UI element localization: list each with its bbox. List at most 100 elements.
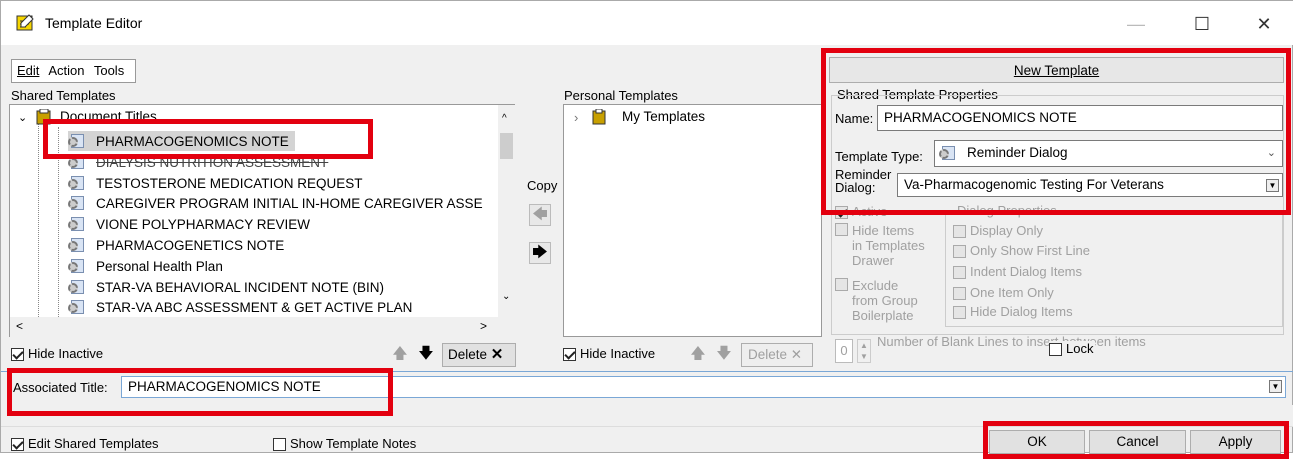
blank-lines-label: Number of Blank Lines to insert between … [877,334,1146,349]
shared-move-up-icon: 🡅 [392,345,408,362]
menu-edit[interactable]: Edit [17,63,39,78]
exclude-checkbox: Exclude from Group Boilerplate [835,278,918,323]
vertical-scrollbar[interactable]: ^ ⌄ [498,105,515,317]
shared-template-item[interactable]: TESTOSTERONE MEDICATION REQUEST [68,173,363,193]
hide-items-check-icon [835,223,848,236]
personal-move-down-icon: 🡇 [716,345,732,362]
scroll-left-icon[interactable]: < [16,319,23,333]
shared-template-item-label: VIONE POLYPHARMACY REVIEW [96,216,311,232]
document-titles-root[interactable]: Document Titles [60,109,157,124]
minimize-button[interactable]: — [1113,11,1159,37]
shared-template-item-label: STAR-VA BEHAVIORAL INCIDENT NOTE (BIN) [96,279,385,295]
reminder-dialog-icon [68,279,88,296]
dialog-properties-title: Dialog Properties [955,203,1059,218]
copy-right-arrow-icon[interactable]: 🡆 [529,242,551,264]
reminder-dialog-icon [68,237,88,254]
associated-title-label: Associated Title: [13,380,108,395]
reminder-dialog-icon [68,195,88,212]
indent-dialog-items-option: Indent Dialog Items [953,264,1082,280]
dropdown-icon: ▼ [1269,380,1282,393]
personal-hide-inactive[interactable]: Hide Inactive [563,346,655,362]
cancel-button[interactable]: Cancel [1089,430,1186,454]
shared-template-item[interactable]: VIONE POLYPHARMACY REVIEW [68,214,310,234]
shared-template-item-label: PHARMACOGENOMICS NOTE [96,133,289,149]
scroll-thumb[interactable] [500,133,513,159]
shared-template-item[interactable]: Personal Health Plan [68,256,223,276]
shared-template-item-label: CAREGIVER PROGRAM INITIAL IN-HOME CAREGI… [96,195,483,211]
ok-button[interactable]: OK [989,430,1085,454]
close-button[interactable]: ✕ [1241,11,1287,37]
template-type-label: Template Type: [835,149,923,164]
delete-x-icon: ✕ [490,346,504,363]
menu-tools[interactable]: Tools [94,63,124,78]
template-type-select[interactable]: Reminder Dialog ⌄ [934,140,1283,167]
name-input[interactable]: PHARMACOGENOMICS NOTE [877,105,1283,131]
expand-chevron-icon[interactable]: › [574,110,578,125]
hide-items-checkbox: Hide Items in Templates Drawer [835,223,925,268]
maximize-button[interactable]: ☐ [1179,11,1225,37]
menu-bar: Edit Action Tools [11,59,137,83]
display-only-option: Display Only [953,223,1043,239]
exclude-check-icon [835,278,848,291]
scroll-up-icon[interactable]: ^ [502,113,507,124]
personal-delete-button: Delete ✕ [741,343,813,367]
reminder-dialog-icon [68,299,88,316]
active-check-icon [835,206,848,220]
show-template-notes-checkbox[interactable]: Show Template Notes [273,436,416,452]
active-checkbox: Active [835,204,887,220]
shared-template-item[interactable]: PHARMACOGENETICS NOTE [68,235,284,255]
template-editor-icon [15,13,35,33]
shared-hide-inactive-checkbox[interactable] [11,348,24,362]
shared-template-item[interactable]: PHARMACOGENOMICS NOTE [68,131,295,151]
reminder-dialog-icon [939,145,959,162]
shared-template-item[interactable]: CAREGIVER PROGRAM INITIAL IN-HOME CAREGI… [68,193,483,213]
copy-label: Copy [527,178,558,193]
my-templates-root[interactable]: My Templates [622,109,705,124]
reminder-dialog-icon [68,258,88,275]
shared-template-item-label: DIALYSIS NUTRITION ASSESSMENT [96,154,329,170]
document-titles-icon [36,108,52,125]
scroll-right-icon[interactable]: > [480,319,487,333]
chevron-down-icon: ⌄ [1266,147,1276,159]
reminder-dialog-icon [68,133,88,150]
reminder-dialog-icon [68,154,88,171]
shared-template-item[interactable]: DIALYSIS NUTRITION ASSESSMENT [68,152,328,172]
horizontal-scrollbar[interactable]: < > [10,317,515,337]
personal-templates-tree[interactable]: › My Templates [563,104,822,337]
shared-template-item[interactable]: STAR-VA BEHAVIORAL INCIDENT NOTE (BIN) [68,277,384,297]
window-title: Template Editor [45,15,143,31]
reminder-dialog-icon [68,216,88,233]
shared-move-down-icon[interactable]: 🡇 [415,344,437,366]
lock-checkbox[interactable]: Lock [1049,341,1096,357]
name-label: Name: [835,111,874,126]
shared-delete-button[interactable]: Delete ✕ [442,343,516,367]
my-templates-icon [592,108,608,125]
personal-move-up-icon: 🡅 [690,345,706,362]
edit-shared-templates-checkbox[interactable]: Edit Shared Templates [11,436,159,452]
shared-templates-tree[interactable]: ⌄ Document Titles PHARMACOGENOMICS NOTE D… [9,104,515,337]
collapse-chevron-icon[interactable]: ⌄ [18,111,27,124]
spinner-icon: ▲ ▼ [857,339,871,363]
hide-dialog-items-option: Hide Dialog Items [953,304,1073,320]
scroll-down-icon[interactable]: ⌄ [502,291,510,302]
shared-template-item-label: PHARMACOGENETICS NOTE [96,237,285,253]
shared-template-item-label: STAR-VA ABC ASSESSMENT & GET ACTIVE PLAN [96,299,413,315]
personal-hide-inactive-checkbox[interactable] [563,348,576,362]
only-show-first-line-option: Only Show First Line [953,243,1090,259]
reminder-dialog-select[interactable]: Va-Pharmacogenomic Testing For Veterans … [897,173,1283,197]
template-editor-window: Template Editor — ☐ ✕ Edit Action Tools … [0,0,1293,459]
shared-template-item[interactable]: STAR-VA ABC ASSESSMENT & GET ACTIVE PLAN [68,297,412,317]
personal-templates-header: Personal Templates [564,88,678,103]
apply-button[interactable]: Apply [1190,430,1281,454]
title-bar: Template Editor — ☐ ✕ [1,1,1293,45]
shared-template-item-label: TESTOSTERONE MEDICATION REQUEST [96,175,363,191]
associated-title-input[interactable]: PHARMACOGENOMICS NOTE ▼ [121,376,1286,398]
shared-template-item-label: Personal Health Plan [96,258,223,274]
copy-left-arrow-icon: 🡄 [529,204,551,226]
blank-lines-input: 0 [835,339,853,363]
shared-hide-inactive[interactable]: Hide Inactive [11,346,103,362]
dropdown-icon: ▼ [1266,179,1279,192]
reminder-dialog-label: Reminder Dialog: [835,167,892,195]
menu-action[interactable]: Action [48,63,84,78]
new-template-button[interactable]: New Template [829,57,1284,83]
